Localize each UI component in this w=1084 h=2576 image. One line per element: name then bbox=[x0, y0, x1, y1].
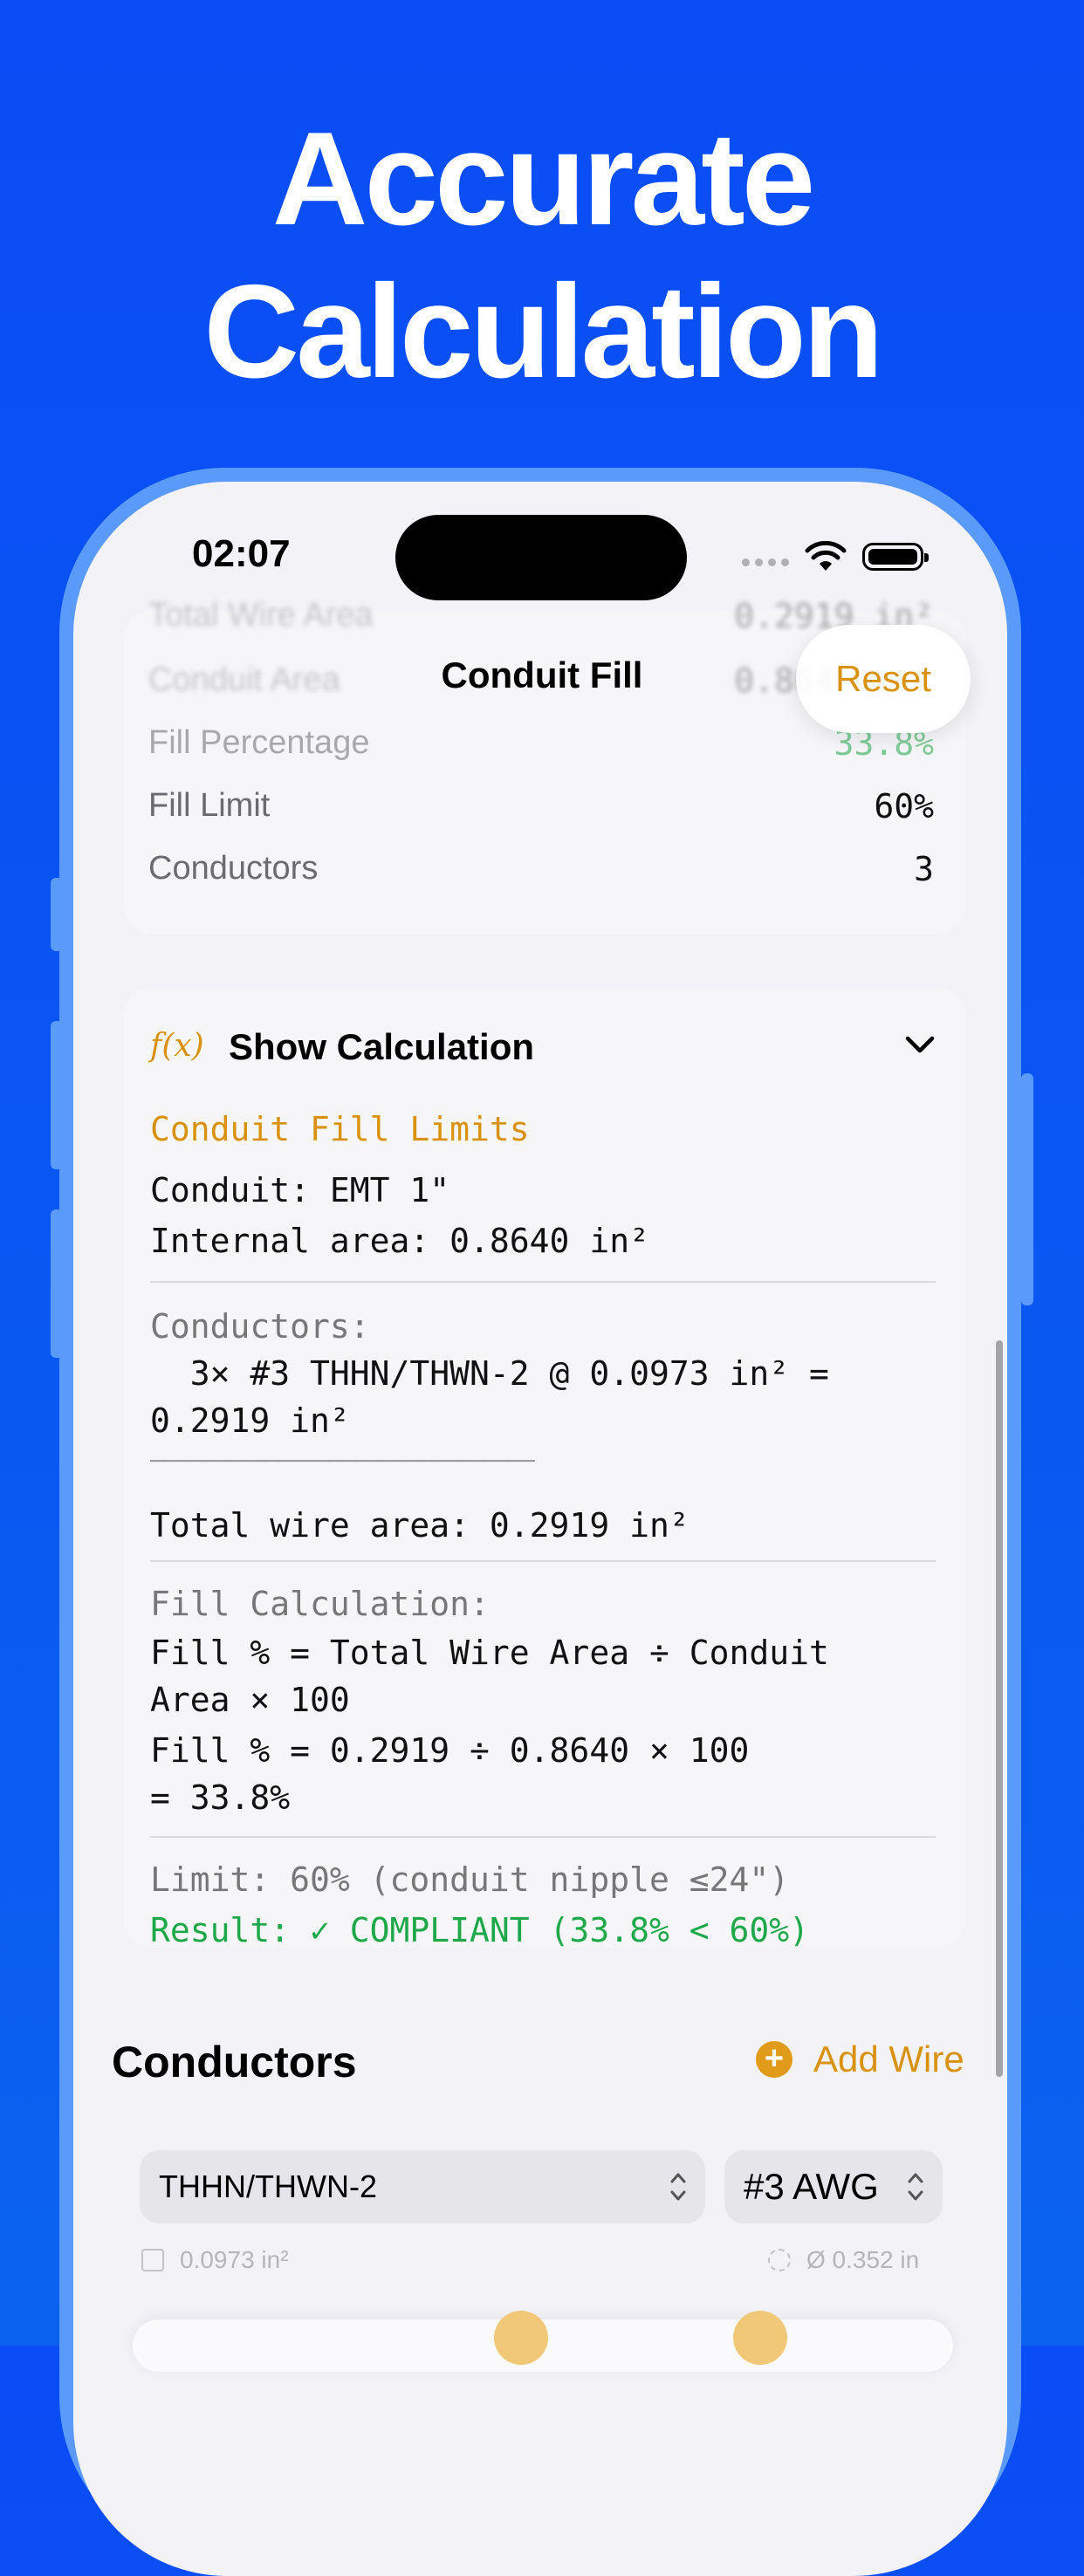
wire-diameter-meta: Ø 0.352 in bbox=[768, 2246, 919, 2274]
power-button bbox=[1021, 1073, 1033, 1305]
formula-line-1: Fill % = Total Wire Area ÷ Conduit bbox=[150, 1634, 829, 1672]
mute-switch bbox=[51, 878, 63, 951]
add-wire-button[interactable]: + Add Wire bbox=[756, 2038, 964, 2080]
conductor-line-1: 3× #3 THHN/THWN-2 @ 0.0973 in² = bbox=[150, 1354, 829, 1393]
awg-select[interactable]: #3 AWG bbox=[724, 2150, 943, 2223]
fill-header: Fill Calculation: bbox=[150, 1585, 490, 1623]
insulation-value: THHN/THWN-2 bbox=[159, 2168, 377, 2204]
conductors-count-label: Conductors bbox=[148, 850, 319, 887]
volume-up-button bbox=[51, 1021, 63, 1169]
conductors-count-value: 3 bbox=[914, 850, 934, 888]
fill-limit-label: Fill Limit bbox=[148, 787, 271, 824]
formula-line-2: Area × 100 bbox=[150, 1681, 350, 1719]
divider bbox=[150, 1281, 936, 1283]
dynamic-island bbox=[395, 515, 687, 600]
formula-line-4: = 33.8% bbox=[150, 1778, 291, 1817]
chevron-down-icon[interactable] bbox=[904, 1035, 936, 1054]
up-down-chevron-icon bbox=[908, 2173, 923, 2201]
show-calculation-toggle[interactable]: Show Calculation bbox=[229, 1026, 534, 1068]
signal-dots-icon bbox=[742, 558, 791, 567]
limits-title: Conduit Fill Limits bbox=[150, 1110, 530, 1148]
circle-icon bbox=[768, 2249, 791, 2271]
up-down-chevron-icon bbox=[670, 2173, 686, 2201]
wifi-icon bbox=[805, 541, 847, 571]
formula-line-3: Fill % = 0.2919 ÷ 0.8640 × 100 bbox=[150, 1731, 750, 1770]
conductors-section-title: Conductors bbox=[112, 2038, 357, 2086]
limit-line: Limit: 60% (conduit nipple ≤24") bbox=[150, 1860, 790, 1899]
conductor-line-2: 0.2919 in² bbox=[150, 1401, 350, 1440]
divider bbox=[150, 1560, 936, 1562]
tab-icon[interactable] bbox=[733, 2311, 787, 2365]
conduit-line: Conduit: EMT 1" bbox=[150, 1171, 450, 1209]
result-line: Result: ✓ COMPLIANT (33.8% < 60%) bbox=[150, 1911, 809, 1949]
headline-line-2: Calculation bbox=[203, 257, 883, 406]
divider bbox=[150, 1836, 936, 1838]
add-wire-label: Add Wire bbox=[813, 2038, 964, 2079]
insulation-select[interactable]: THHN/THWN-2 bbox=[140, 2150, 705, 2223]
reset-button[interactable]: Reset bbox=[796, 625, 971, 733]
fill-limit-value: 60% bbox=[874, 787, 934, 826]
total-wire-area-line: Total wire area: 0.2919 in² bbox=[150, 1506, 690, 1545]
rule-line: ────────────────────────────── bbox=[150, 1449, 535, 1475]
conductors-header: Conductors: bbox=[150, 1307, 370, 1346]
tab-icon[interactable] bbox=[494, 2311, 548, 2365]
internal-area-line: Internal area: 0.8640 in² bbox=[150, 1222, 649, 1260]
status-time: 02:07 bbox=[192, 532, 291, 575]
square-icon bbox=[141, 2249, 164, 2271]
headline-line-1: Accurate bbox=[271, 105, 816, 253]
scrollbar[interactable] bbox=[996, 1340, 1003, 2077]
total-wire-area-label: Total Wire Area bbox=[148, 597, 374, 634]
plus-circle-icon: + bbox=[756, 2041, 792, 2078]
volume-down-button bbox=[51, 1209, 63, 1358]
wire-diameter-value: Ø 0.352 in bbox=[806, 2246, 920, 2273]
battery-icon bbox=[862, 543, 929, 571]
awg-value: #3 AWG bbox=[744, 2166, 879, 2207]
fill-percentage-label: Fill Percentage bbox=[148, 724, 370, 761]
function-icon: f(x) bbox=[150, 1028, 204, 1064]
wire-area-value: 0.0973 in² bbox=[180, 2246, 289, 2273]
wire-area-meta: 0.0973 in² bbox=[141, 2246, 289, 2274]
